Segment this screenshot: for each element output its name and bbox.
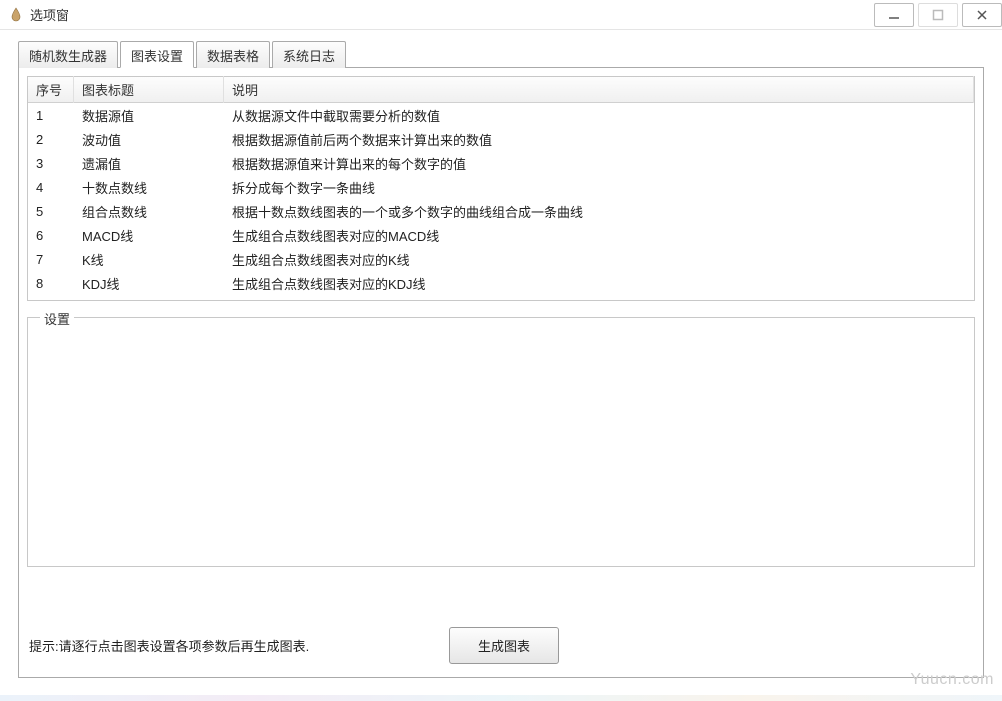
- table-row[interactable]: 1 数据源值 从数据源文件中截取需要分析的数值: [28, 103, 974, 127]
- list-body: 1 数据源值 从数据源文件中截取需要分析的数值 2 波动值 根据数据源值前后两个…: [28, 103, 974, 295]
- table-row[interactable]: 7 K线 生成组合点数线图表对应的K线: [28, 247, 974, 271]
- cell-desc: 根据数据源值前后两个数据来计算出来的数值: [224, 128, 974, 151]
- cell-title: 波动值: [74, 128, 224, 151]
- titlebar: 选项窗: [0, 0, 1002, 30]
- cell-desc: 生成组合点数线图表对应的KDJ线: [224, 272, 974, 295]
- cell-seq: 5: [28, 202, 74, 221]
- tab-data-table[interactable]: 数据表格: [196, 41, 270, 68]
- header-title[interactable]: 图表标题: [74, 76, 224, 103]
- table-row[interactable]: 2 波动值 根据数据源值前后两个数据来计算出来的数值: [28, 127, 974, 151]
- chart-list: 序号 图表标题 说明 1 数据源值 从数据源文件中截取需要分析的数值 2 波动值…: [27, 76, 975, 301]
- cell-title: MACD线: [74, 224, 224, 247]
- settings-groupbox: 设置: [27, 317, 975, 567]
- header-desc[interactable]: 说明: [224, 76, 974, 103]
- list-header: 序号 图表标题 说明: [28, 77, 974, 103]
- cell-seq: 6: [28, 226, 74, 245]
- cell-title: 组合点数线: [74, 200, 224, 223]
- groupbox-title: 设置: [40, 309, 74, 328]
- tab-strip: 随机数生成器 图表设置 数据表格 系统日志: [18, 40, 984, 68]
- tab-label: 系统日志: [283, 49, 335, 64]
- cell-title: K线: [74, 248, 224, 271]
- table-row[interactable]: 8 KDJ线 生成组合点数线图表对应的KDJ线: [28, 271, 974, 295]
- titlebar-left: 选项窗: [8, 5, 69, 24]
- cell-desc: 根据数据源值来计算出来的每个数字的值: [224, 152, 974, 175]
- header-seq[interactable]: 序号: [28, 76, 74, 103]
- minimize-button[interactable]: [874, 3, 914, 27]
- table-row[interactable]: 6 MACD线 生成组合点数线图表对应的MACD线: [28, 223, 974, 247]
- cell-seq: 2: [28, 130, 74, 149]
- content-area: 随机数生成器 图表设置 数据表格 系统日志 序号 图表标题 说明 1 数据源值 …: [0, 30, 1002, 691]
- cell-seq: 7: [28, 250, 74, 269]
- tab-chart-settings[interactable]: 图表设置: [120, 41, 194, 68]
- tab-panel-chart-settings: 序号 图表标题 说明 1 数据源值 从数据源文件中截取需要分析的数值 2 波动值…: [18, 68, 984, 678]
- maximize-button: [918, 3, 958, 27]
- cell-seq: 4: [28, 178, 74, 197]
- cell-seq: 3: [28, 154, 74, 173]
- cell-desc: 根据十数点数线图表的一个或多个数字的曲线组合成一条曲线: [224, 200, 974, 223]
- footer-row: 提示:请逐行点击图表设置各项参数后再生成图表. 生成图表: [29, 636, 973, 655]
- table-row[interactable]: 5 组合点数线 根据十数点数线图表的一个或多个数字的曲线组合成一条曲线: [28, 199, 974, 223]
- desktop-edge: [0, 695, 1002, 701]
- cell-desc: 生成组合点数线图表对应的K线: [224, 248, 974, 271]
- cell-desc: 生成组合点数线图表对应的MACD线: [224, 224, 974, 247]
- tab-random-generator[interactable]: 随机数生成器: [18, 41, 118, 68]
- cell-title: 十数点数线: [74, 176, 224, 199]
- cell-desc: 从数据源文件中截取需要分析的数值: [224, 104, 974, 127]
- hint-text: 提示:请逐行点击图表设置各项参数后再生成图表.: [29, 636, 309, 655]
- cell-title: KDJ线: [74, 272, 224, 295]
- window-title: 选项窗: [30, 5, 69, 24]
- close-button[interactable]: [962, 3, 1002, 27]
- cell-title: 数据源值: [74, 104, 224, 127]
- tab-label: 数据表格: [207, 49, 259, 64]
- tab-label: 随机数生成器: [29, 49, 107, 64]
- tab-label: 图表设置: [131, 49, 183, 64]
- generate-chart-button[interactable]: 生成图表: [449, 627, 559, 664]
- cell-desc: 拆分成每个数字一条曲线: [224, 176, 974, 199]
- window-controls: [870, 3, 1002, 27]
- table-row[interactable]: 3 遗漏值 根据数据源值来计算出来的每个数字的值: [28, 151, 974, 175]
- cell-seq: 8: [28, 274, 74, 293]
- tab-system-log[interactable]: 系统日志: [272, 41, 346, 68]
- cell-title: 遗漏值: [74, 152, 224, 175]
- app-icon: [8, 7, 24, 23]
- table-row[interactable]: 4 十数点数线 拆分成每个数字一条曲线: [28, 175, 974, 199]
- cell-seq: 1: [28, 106, 74, 125]
